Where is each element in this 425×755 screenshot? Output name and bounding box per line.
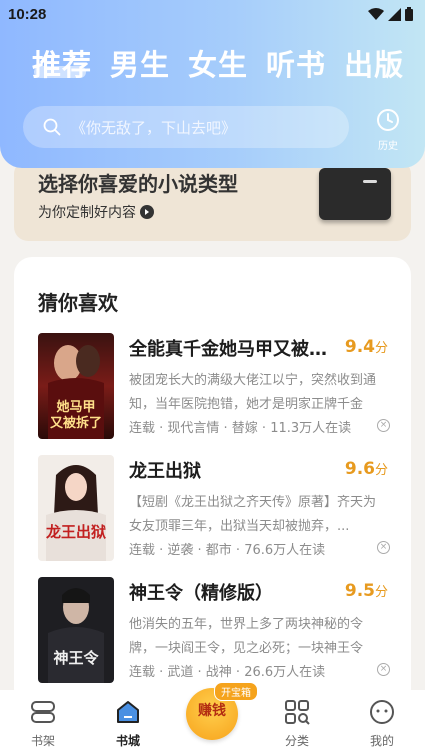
treasure-badge: 开宝箱 xyxy=(214,682,258,701)
tab-audiobook[interactable]: 听书 xyxy=(266,42,326,84)
banner-title: 选择你喜爱的小说类型 xyxy=(38,172,238,196)
profile-icon xyxy=(370,700,394,724)
book-title[interactable]: 全能真千金她马甲又被拆了 xyxy=(129,335,339,361)
svg-text:龙王出狱: 龙王出狱 xyxy=(45,523,106,541)
channel-tabs: 推荐 男生 女生 听书 出版 xyxy=(32,42,404,84)
guess-you-like-card: 猜你喜欢 她马甲 又被拆了 全能真千金她马甲又被拆了 9.4分 被团宠长大的满级… xyxy=(14,257,411,707)
category-icon xyxy=(285,700,310,725)
book-meta: 连载 · 逆袭 · 都市 · 76.6万人在读 xyxy=(129,543,326,558)
top-header: 10:28 推荐 男生 女生 听书 出版 《你无敌了，下山去吧》 历史 xyxy=(0,0,425,168)
battery-icon xyxy=(405,7,413,21)
tab-label: 男生 xyxy=(110,48,171,82)
tab-label: 推荐 xyxy=(32,48,93,82)
nav-label: 书架 xyxy=(30,734,55,748)
bottom-nav: 书架 书城 赚钱 开宝箱 分类 我的 xyxy=(0,682,425,755)
book-cover[interactable]: 龙王出狱 xyxy=(38,455,114,561)
earn-label: 赚钱 xyxy=(198,703,226,719)
wifi-icon xyxy=(368,7,384,20)
book-description: 被团宠长大的满级大佬江以宁，突然收到通知，当年医院抱错，她才是明家正牌千金 xyxy=(129,373,377,412)
book-meta: 连载 · 现代言情 · 替嫁 · 11.3万人在读 xyxy=(129,421,352,436)
dismiss-icon[interactable]: × xyxy=(377,541,390,554)
tab-recommend[interactable]: 推荐 xyxy=(32,42,92,84)
dismiss-icon[interactable]: × xyxy=(377,663,390,676)
nav-category[interactable]: 分类 xyxy=(267,698,327,749)
book-item[interactable]: 神王令 神王令（精修版） 9.5分 他消失的五年，世界上多了两块神秘的令牌，一块… xyxy=(38,577,398,683)
clock-icon xyxy=(377,109,399,131)
banner-subtitle: 为你定制好内容 xyxy=(38,202,154,222)
tab-label: 听书 xyxy=(266,48,327,82)
history-label: 历史 xyxy=(378,141,398,152)
nav-store[interactable]: 书城 xyxy=(98,698,158,749)
book-score: 9.6分 xyxy=(344,459,388,479)
status-bar: 10:28 xyxy=(0,0,425,30)
history-button[interactable]: 历史 xyxy=(370,108,406,152)
book-item[interactable]: 她马甲 又被拆了 全能真千金她马甲又被拆了 9.4分 被团宠长大的满级大佬江以宁… xyxy=(38,333,398,439)
search-icon xyxy=(43,118,61,136)
svg-text:神王令: 神王令 xyxy=(53,649,99,667)
nav-bookshelf[interactable]: 书架 xyxy=(13,698,73,749)
book-meta: 连载 · 武道 · 战神 · 26.6万人在读 xyxy=(129,665,326,680)
book-title[interactable]: 龙王出狱 xyxy=(129,457,339,483)
book-illustration xyxy=(319,168,391,220)
svg-text:又被拆了: 又被拆了 xyxy=(49,415,102,431)
tab-female[interactable]: 女生 xyxy=(188,42,248,84)
nav-label: 我的 xyxy=(369,734,394,748)
search-input[interactable]: 《你无敌了，下山去吧》 xyxy=(23,106,349,148)
book-item[interactable]: 龙王出狱 龙王出狱 9.6分 【短剧《龙王出狱之齐天传》原著】齐天为女友顶罪三年… xyxy=(38,455,398,561)
book-score: 9.5分 xyxy=(344,581,388,601)
section-title: 猜你喜欢 xyxy=(38,291,118,315)
banner-subtitle-text: 为你定制好内容 xyxy=(38,205,136,221)
signal-icon xyxy=(388,7,401,21)
book-title[interactable]: 神王令（精修版） xyxy=(129,579,339,605)
tab-publish[interactable]: 出版 xyxy=(344,42,404,84)
book-cover[interactable]: 神王令 xyxy=(38,577,114,683)
svg-text:她马甲: 她马甲 xyxy=(56,399,95,415)
nav-mine[interactable]: 我的 xyxy=(352,698,412,749)
store-icon xyxy=(117,701,139,723)
book-score: 9.4分 xyxy=(344,337,388,357)
genre-banner[interactable]: 选择你喜爱的小说类型 为你定制好内容 xyxy=(14,160,411,241)
bookshelf-icon xyxy=(31,701,55,723)
book-cover[interactable]: 她马甲 又被拆了 xyxy=(38,333,114,439)
book-description: 【短剧《龙王出狱之齐天传》原著】齐天为女友顶罪三年，出狱当天却被抛弃，... xyxy=(129,495,377,534)
tab-male[interactable]: 男生 xyxy=(110,42,170,84)
arrow-right-icon xyxy=(140,205,154,219)
dismiss-icon[interactable]: × xyxy=(377,419,390,432)
nav-label: 书城 xyxy=(115,734,140,748)
book-description: 他消失的五年，世界上多了两块神秘的令牌，一块阎王令，见之必死；一块神王令 xyxy=(129,617,364,656)
tab-label: 出版 xyxy=(344,48,405,82)
status-icons xyxy=(368,7,413,21)
nav-label: 分类 xyxy=(284,734,309,748)
tab-label: 女生 xyxy=(188,48,249,82)
search-placeholder: 《你无敌了，下山去吧》 xyxy=(71,118,237,137)
status-time: 10:28 xyxy=(8,6,47,23)
